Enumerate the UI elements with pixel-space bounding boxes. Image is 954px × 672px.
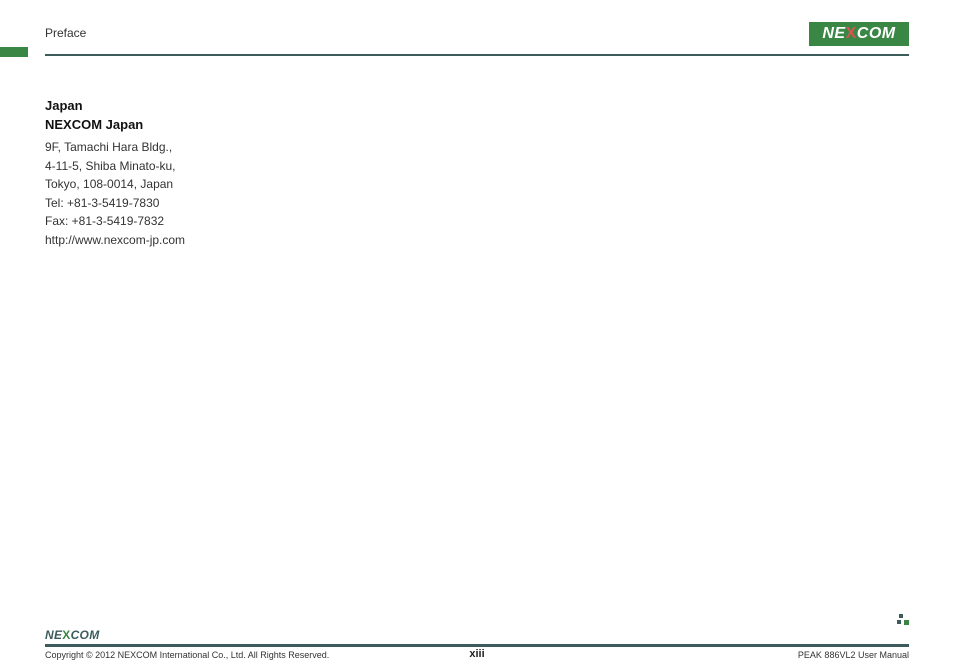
- logo-text-left: NE: [822, 25, 845, 42]
- address-line-3: Tokyo, 108-0014, Japan: [45, 175, 909, 194]
- footer-logo-left: NE: [45, 628, 62, 642]
- website-url: http://www.nexcom-jp.com: [45, 231, 909, 250]
- copyright-text: Copyright © 2012 NEXCOM International Co…: [45, 650, 329, 660]
- logo-text-x: X: [846, 25, 857, 42]
- address-line-2: 4-11-5, Shiba Minato-ku,: [45, 157, 909, 176]
- page-footer: NEXCOM Copyright © 2012 NEXCOM Internati…: [45, 626, 909, 660]
- address-line-1: 9F, Tamachi Hara Bldg.,: [45, 138, 909, 157]
- footer-corner-decoration: [893, 614, 909, 626]
- header-divider: [45, 54, 909, 56]
- country-heading: Japan: [45, 98, 909, 113]
- page-number: xiii: [469, 648, 484, 660]
- document-page: Preface NEXCOM Japan NEXCOM Japan 9F, Ta…: [0, 0, 954, 672]
- footer-divider: [45, 644, 909, 647]
- nexcom-logo-small: NEXCOM: [45, 628, 100, 642]
- corner-square-icon: [899, 614, 903, 618]
- footer-logo-right: COM: [71, 628, 100, 642]
- company-heading: NEXCOM Japan: [45, 117, 909, 132]
- footer-logo-x: X: [62, 628, 70, 642]
- fax: Fax: +81-3-5419-7832: [45, 212, 909, 231]
- logo-text-right: COM: [857, 25, 896, 42]
- corner-square-icon: [897, 620, 901, 624]
- section-title: Preface: [45, 22, 86, 40]
- corner-square-icon: [904, 620, 909, 625]
- page-header: Preface NEXCOM: [45, 22, 909, 52]
- telephone: Tel: +81-3-5419-7830: [45, 194, 909, 213]
- nexcom-logo: NEXCOM: [809, 22, 909, 46]
- footer-info-row: Copyright © 2012 NEXCOM International Co…: [45, 650, 909, 660]
- logo-text: NEXCOM: [822, 25, 895, 43]
- page-content: Japan NEXCOM Japan 9F, Tamachi Hara Bldg…: [45, 56, 909, 250]
- header-accent-block: [0, 47, 28, 57]
- manual-title: PEAK 886VL2 User Manual: [798, 650, 909, 660]
